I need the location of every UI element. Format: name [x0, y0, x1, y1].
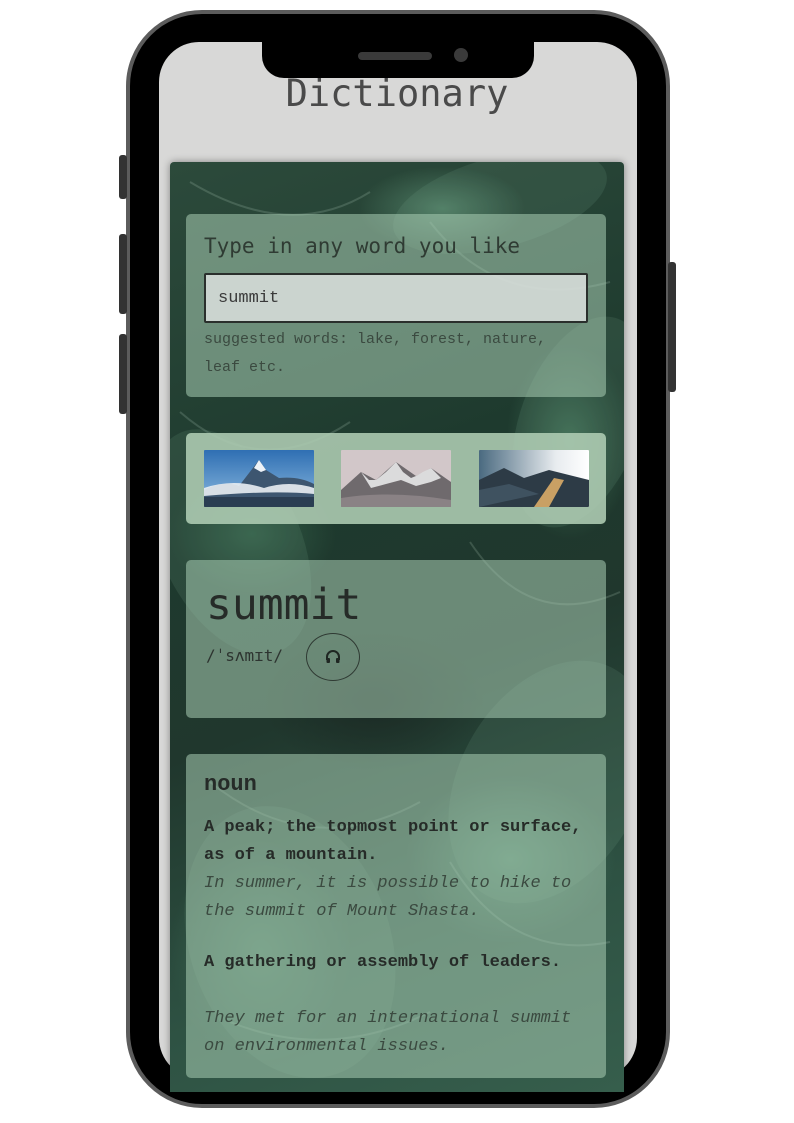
headphones-icon: [326, 650, 340, 663]
notch: [262, 42, 534, 78]
example-2: They met for an international summit on …: [204, 1009, 572, 1056]
word-heading: summit: [206, 580, 362, 630]
part-of-speech: noun: [204, 772, 257, 797]
mountain-photo-2[interactable]: [341, 450, 451, 507]
power-button: [668, 262, 676, 392]
word-card: summit /ˈsʌmɪt/: [186, 560, 606, 718]
definition-2: A gathering or assembly of leaders.: [204, 953, 562, 972]
mountain-photo-1[interactable]: [204, 450, 314, 507]
meaning-card: noun A peak; the topmost point or surfac…: [186, 754, 606, 1078]
definition-1: A peak; the topmost point or surface, as…: [204, 818, 582, 865]
volume-up-button: [119, 234, 127, 314]
search-card: Type in any word you like suggested word…: [186, 214, 606, 397]
suggested-words: suggested words: lake, forest, nature, l…: [204, 331, 547, 376]
camera: [454, 48, 468, 62]
play-audio-button[interactable]: [306, 633, 360, 681]
app-title: Dictionary: [285, 72, 509, 115]
search-prompt: Type in any word you like: [204, 234, 521, 258]
mute-switch: [119, 155, 127, 199]
volume-down-button: [119, 334, 127, 414]
example-1: In summer, it is possible to hike to the…: [204, 874, 572, 921]
speaker: [358, 52, 432, 60]
phonetic-text: /ˈsʌmɪt/: [206, 646, 284, 665]
images-card: [186, 433, 606, 524]
mountain-photo-3[interactable]: [479, 450, 589, 507]
search-input[interactable]: [204, 273, 588, 323]
